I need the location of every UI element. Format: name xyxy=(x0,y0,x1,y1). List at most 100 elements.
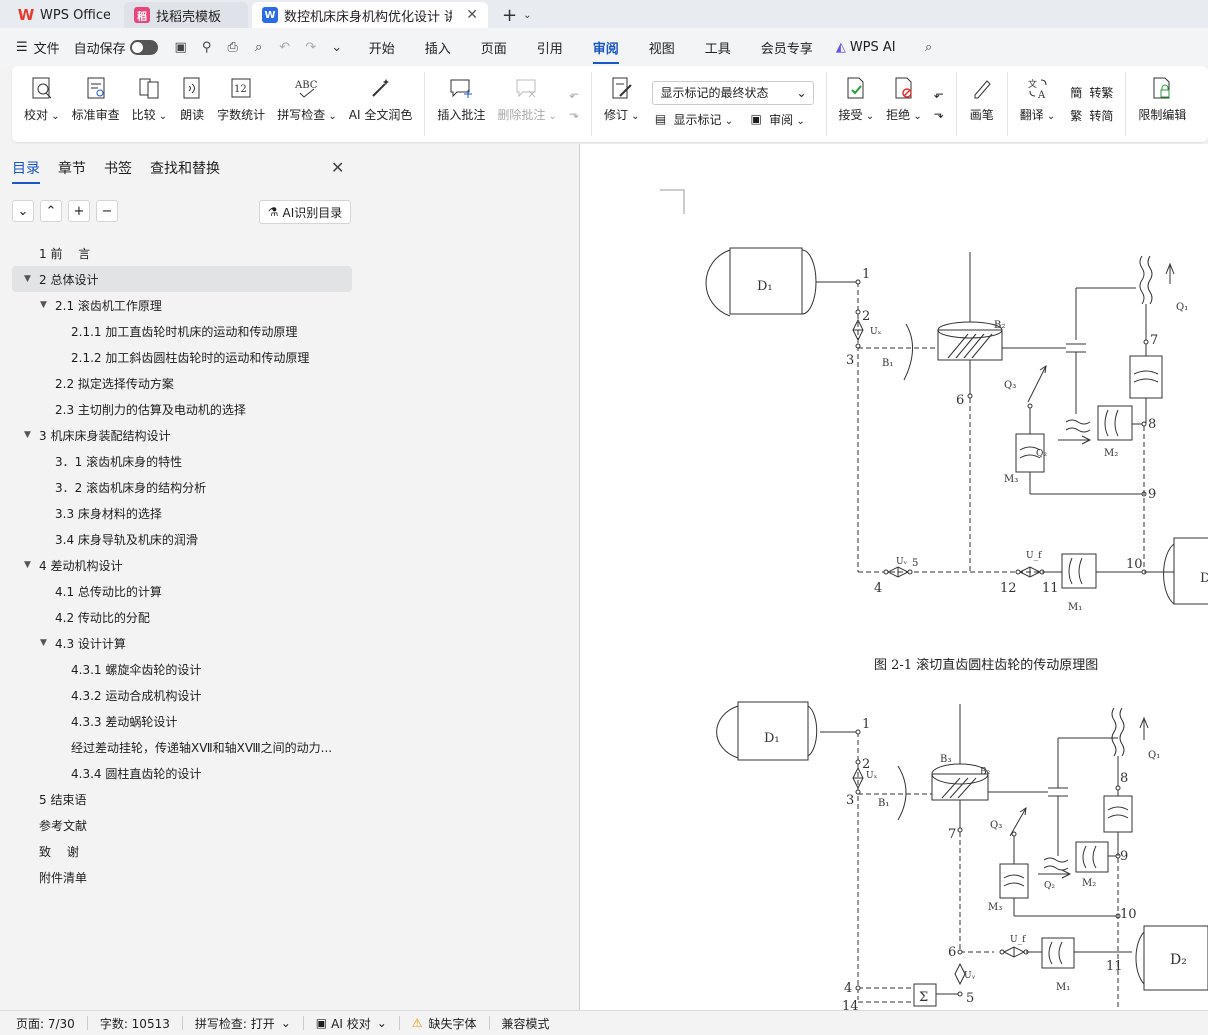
nav-tab-find-replace[interactable]: 查找和替换 xyxy=(150,158,220,178)
next-comment-icon[interactable]: ⬎ xyxy=(569,107,579,121)
pen-button[interactable]: 画笔 xyxy=(963,66,1001,142)
toc-item-label: 3.4 床身导轨及机床的润滑 xyxy=(55,532,198,547)
wps-ai-button[interactable]: ◭ WPS AI xyxy=(836,40,896,55)
toc-item[interactable]: 附件清单 xyxy=(12,864,352,890)
next-change-icon[interactable]: ⬎ xyxy=(934,107,944,121)
display-mode-select[interactable]: 显示标记的最终状态 ⌄ xyxy=(651,80,814,105)
toc-item[interactable]: 3．2 滚齿机床身的结构分析 xyxy=(12,474,352,500)
share-icon[interactable]: ⚲ xyxy=(198,38,216,56)
proofread-button[interactable]: 校对 xyxy=(18,66,66,142)
save-icon[interactable]: ▣ xyxy=(172,38,190,56)
menu-tab-view[interactable]: 视图 xyxy=(649,38,675,57)
expand-arrow-icon[interactable]: ▼ xyxy=(24,430,31,440)
toc-item[interactable]: ▼ 4 差动机构设计 xyxy=(12,552,352,578)
autosave-toggle[interactable]: 自动保存 xyxy=(74,38,158,57)
insert-comment-button[interactable]: 插入批注 xyxy=(431,66,491,142)
chevron-down-icon[interactable]: ⌄ xyxy=(523,10,531,21)
undo-icon[interactable]: ↶ xyxy=(276,38,294,56)
toc-item[interactable]: 4.2 传动比的分配 xyxy=(12,604,352,630)
toc-item[interactable]: 致 谢 xyxy=(12,838,352,864)
nav-tab-toc[interactable]: 目录 xyxy=(12,158,40,184)
standard-review-button[interactable]: 标准审查 xyxy=(66,66,126,142)
menu-tab-tools[interactable]: 工具 xyxy=(705,38,731,57)
menu-tab-references[interactable]: 引用 xyxy=(537,38,563,57)
toc-item[interactable]: 2.1.2 加工斜齿圆柱齿轮时的运动和传动原理 xyxy=(12,344,352,370)
toc-item[interactable]: 3．1 滚齿机床身的特性 xyxy=(12,448,352,474)
expand-arrow-icon[interactable]: ▼ xyxy=(24,274,31,284)
close-icon[interactable]: ✕ xyxy=(331,158,344,177)
toc-item[interactable]: 4.3.2 运动合成机构设计 xyxy=(12,682,352,708)
expand-arrow-icon[interactable]: ▼ xyxy=(40,638,47,648)
menu-tab-home[interactable]: 开始 xyxy=(369,38,395,57)
menu-tab-review[interactable]: 审阅 xyxy=(592,38,619,64)
redo-icon[interactable]: ↷ xyxy=(302,38,320,56)
toc-item[interactable]: 参考文献 xyxy=(12,812,352,838)
close-icon[interactable]: ✕ xyxy=(466,7,478,23)
spell-check-status[interactable]: 拼写检查: 打开 ⌄ xyxy=(195,1015,291,1032)
toc-item[interactable]: 2.2 拟定选择传动方案 xyxy=(12,370,352,396)
toc-item[interactable]: 5 结束语 xyxy=(12,786,352,812)
previous-comment-icon[interactable]: ⬐ xyxy=(569,87,579,101)
reject-button[interactable]: 拒绝 xyxy=(880,66,928,142)
menu-tab-insert[interactable]: 插入 xyxy=(425,38,451,57)
show-markup-button[interactable]: ▤ 显示标记 xyxy=(652,111,734,128)
accept-button[interactable]: 接受 xyxy=(833,66,881,142)
file-menu[interactable]: ☰ 文件 xyxy=(16,38,60,57)
toc-item[interactable]: ▼ 2.1 滚齿机工作原理 xyxy=(12,292,352,318)
hamburger-icon: ☰ xyxy=(16,39,28,55)
track-changes-button[interactable]: 修订 xyxy=(598,66,646,142)
print-icon[interactable]: ⎙ xyxy=(224,38,242,56)
ai-proof-status[interactable]: ▣ AI 校对 ⌄ xyxy=(316,1015,387,1032)
toc-item[interactable]: 经过差动挂轮，传递轴ⅩⅦ和轴ⅩⅧ之间的动力... xyxy=(12,734,352,760)
expand-icon[interactable]: ⌄ xyxy=(12,200,34,222)
translate-button[interactable]: 文A 翻译 xyxy=(1014,66,1062,142)
collapse-icon[interactable]: ⌃ xyxy=(40,200,62,222)
add-icon[interactable]: + xyxy=(68,200,90,222)
label-ux: Uₓ xyxy=(870,327,882,337)
ai-polish-button[interactable]: AI 全文润色 xyxy=(343,66,419,142)
toc-item[interactable]: 1 前 言 xyxy=(12,240,352,266)
menu-tab-page[interactable]: 页面 xyxy=(481,38,507,57)
ai-toc-button[interactable]: ⚗ AI识别目录 xyxy=(259,200,351,224)
compare-button[interactable]: 比较 xyxy=(126,66,174,142)
previous-change-icon[interactable]: ⬐ xyxy=(934,87,944,101)
tab-document[interactable]: W 数控机床床身机构优化设计 讲 ✕ xyxy=(252,2,488,28)
nav-tab-sections[interactable]: 章节 xyxy=(58,158,86,178)
menu-tab-member[interactable]: 会员专享 xyxy=(761,38,813,57)
word-count-indicator[interactable]: 字数: 10513 xyxy=(100,1015,170,1032)
delete-comment-button[interactable]: 删除批注 xyxy=(491,66,563,142)
remove-icon[interactable]: − xyxy=(96,200,118,222)
new-tab-button[interactable]: + ⌄ xyxy=(502,2,531,28)
tab-templates[interactable]: 稻 找稻壳模板 xyxy=(124,2,248,28)
missing-font-status[interactable]: ⚠ 缺失字体 xyxy=(412,1015,477,1032)
word-count-button[interactable]: 12 字数统计 xyxy=(211,66,271,142)
page-indicator[interactable]: 页面: 7/30 xyxy=(16,1015,75,1032)
toc-item[interactable]: 3.3 床身材料的选择 xyxy=(12,500,352,526)
read-aloud-button[interactable]: 朗读 xyxy=(173,66,211,142)
expand-arrow-icon[interactable]: ▼ xyxy=(40,300,47,310)
print-preview-icon[interactable]: ⌕ xyxy=(250,38,268,56)
toc-item[interactable]: ▼ 4.3 设计计算 xyxy=(12,630,352,656)
toc-item[interactable]: ▼ 2 总体设计 xyxy=(12,266,352,292)
expand-arrow-icon[interactable]: ▼ xyxy=(24,560,31,570)
chevron-down-icon[interactable]: ⌄ xyxy=(328,38,346,56)
toc-item[interactable]: 2.3 主切削力的估算及电动机的选择 xyxy=(12,396,352,422)
toc-item[interactable]: 3.4 床身导轨及机床的润滑 xyxy=(12,526,352,552)
spell-check-button[interactable]: ABC 拼写检查 xyxy=(271,66,343,142)
search-icon[interactable]: ⌕ xyxy=(920,38,938,56)
restrict-edit-button[interactable]: 限制编辑 xyxy=(1132,66,1192,142)
review-pane-button[interactable]: ▣ 审阅 xyxy=(747,111,805,128)
tab-wps-office[interactable]: W WPS Office xyxy=(8,2,120,28)
to-simplified-button[interactable]: 繁转简 xyxy=(1067,107,1113,124)
compare-label: 比较 xyxy=(132,106,168,123)
toc-item[interactable]: 4.1 总传动比的计算 xyxy=(12,578,352,604)
toc-item[interactable]: ▼ 3 机床床身装配结构设计 xyxy=(12,422,352,448)
toggle-switch[interactable] xyxy=(129,39,158,55)
toc-item[interactable]: 4.3.4 圆柱直齿轮的设计 xyxy=(12,760,352,786)
toc-item[interactable]: 4.3.1 螺旋伞齿轮的设计 xyxy=(12,656,352,682)
to-traditional-button[interactable]: 簡转繁 xyxy=(1067,84,1113,101)
toc-item[interactable]: 2.1.1 加工直齿轮时机床的运动和传动原理 xyxy=(12,318,352,344)
nav-tab-bookmarks[interactable]: 书签 xyxy=(104,158,132,178)
document-page[interactable]: D₁ 1 2 3 Uₓ B₁ B₂ 6 Q₃ Q₂ M₃ M₂ Q₁ 7 8 9… xyxy=(580,144,1208,1010)
toc-item[interactable]: 4.3.3 差动蜗轮设计 xyxy=(12,708,352,734)
